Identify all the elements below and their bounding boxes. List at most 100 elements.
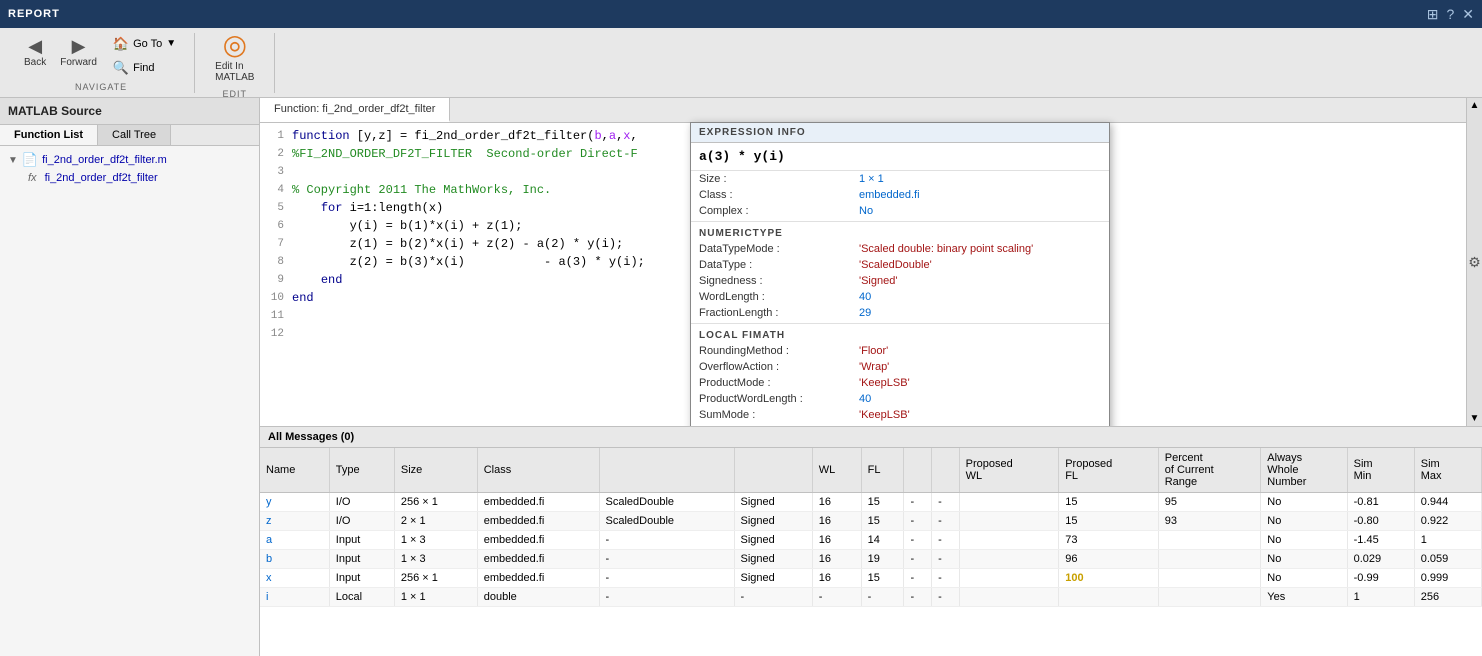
table-cell: -	[734, 588, 812, 607]
code-tab-function[interactable]: Function: fi_2nd_order_df2t_filter	[260, 98, 450, 122]
line-num-5: 5	[260, 202, 292, 214]
right-scrollbar[interactable]: ▲ ⚙ ▼	[1466, 98, 1482, 426]
tab-function-list[interactable]: Function List	[0, 125, 98, 145]
table-cell: 95	[1158, 493, 1261, 512]
navigate-group: ◀ Back ▶ Forward 🏠 Go To ▼ 🔍 Find NAVIGA…	[8, 33, 195, 93]
expr-prodmode-label: ProductMode :	[699, 377, 859, 389]
back-label: Back	[24, 57, 46, 68]
table-cell	[1158, 550, 1261, 569]
table-cell: 15	[861, 569, 904, 588]
table-cell: Input	[329, 550, 394, 569]
table-cell: 1 × 1	[394, 588, 477, 607]
table-cell: 0.029	[1347, 550, 1414, 569]
expr-sign-value: 'Signed'	[859, 275, 1101, 287]
tree-item-file[interactable]: ▼ 📄 fi_2nd_order_df2t_filter.m	[4, 150, 255, 170]
sidebar-header: MATLAB Source	[0, 98, 259, 125]
goto-button[interactable]: 🏠 Go To ▼	[107, 34, 182, 54]
table-cell: 0.944	[1414, 493, 1481, 512]
expr-row-prodwl: ProductWordLength : 40	[691, 391, 1109, 407]
nav-bar: ◀ Back ▶ Forward 🏠 Go To ▼ 🔍 Find NAVIGA…	[0, 28, 1482, 98]
table-cell	[959, 550, 1059, 569]
table-cell: z	[260, 512, 329, 531]
matlab-icon: ◎	[223, 28, 247, 61]
table-cell: 1 × 3	[394, 550, 477, 569]
table-cell	[959, 531, 1059, 550]
expr-sign-label: Signedness :	[699, 275, 859, 287]
line-num-7: 7	[260, 238, 292, 250]
table-cell: -	[932, 512, 960, 531]
table-cell: -	[904, 493, 932, 512]
table-cell: 1 × 3	[394, 531, 477, 550]
expr-row-complex: Complex : No	[691, 203, 1109, 219]
edit-in-matlab-button[interactable]: ◎ Edit InMATLAB	[207, 26, 262, 85]
table-cell: embedded.fi	[477, 493, 599, 512]
table-cell: -	[932, 588, 960, 607]
table-cell: Local	[329, 588, 394, 607]
table-cell: 16	[812, 493, 861, 512]
line-num-8: 8	[260, 256, 292, 268]
help-icon[interactable]: ?	[1446, 6, 1454, 23]
expr-summode-label: SumMode :	[699, 409, 859, 421]
table-row: bInput1 × 3embedded.fi-Signed1619--96No0…	[260, 550, 1482, 569]
table-cell: -	[599, 531, 734, 550]
scroll-down-icon[interactable]: ▼	[1470, 413, 1480, 424]
find-button[interactable]: 🔍 Find	[107, 58, 182, 78]
tree-child-group: fx fi_2nd_order_df2t_filter	[24, 170, 255, 186]
line-num-12: 12	[260, 328, 292, 340]
tab-call-tree[interactable]: Call Tree	[98, 125, 171, 145]
table-cell: Yes	[1261, 588, 1347, 607]
expr-row-size: Size : 1 × 1	[691, 171, 1109, 187]
forward-button[interactable]: ▶ Forward	[56, 34, 101, 78]
table-cell	[1059, 588, 1159, 607]
find-label: Find	[133, 62, 154, 74]
expr-dtm-value: 'Scaled double: binary point scaling'	[859, 243, 1101, 255]
expr-dtm-label: DataTypeMode :	[699, 243, 859, 255]
table-cell: -	[932, 531, 960, 550]
navigate-group-label: NAVIGATE	[75, 82, 127, 92]
line-num-1: 1	[260, 130, 292, 142]
main-layout: MATLAB Source Function List Call Tree ▼ …	[0, 98, 1482, 656]
col-sim-min-header: SimMin	[1347, 448, 1414, 493]
col-fl-header: FL	[861, 448, 904, 493]
tree-function-label: fi_2nd_order_df2t_filter	[45, 172, 158, 184]
table-cell: 19	[861, 550, 904, 569]
table-cell: -1.45	[1347, 531, 1414, 550]
expr-summode-value: 'KeepLSB'	[859, 409, 1101, 421]
table-row: yI/O256 × 1embedded.fiScaledDoubleSigned…	[260, 493, 1482, 512]
table-row: xInput256 × 1embedded.fi-Signed1615--100…	[260, 569, 1482, 588]
expr-size-value[interactable]: 1 × 1	[859, 173, 1101, 185]
line-num-11: 11	[260, 310, 292, 322]
grid-icon[interactable]: ⊞	[1427, 6, 1439, 23]
back-button[interactable]: ◀ Back	[20, 34, 50, 78]
numerictype-header: NUMERICTYPE	[691, 224, 1109, 241]
tree-file-label: fi_2nd_order_df2t_filter.m	[42, 154, 167, 166]
expr-class-value[interactable]: embedded.fi	[859, 189, 1101, 201]
table-cell: a	[260, 531, 329, 550]
settings-icon[interactable]: ⚙	[1468, 254, 1481, 271]
file-icon: 📄	[22, 152, 38, 168]
expr-class-label: Class :	[699, 189, 859, 201]
scroll-up-icon[interactable]: ▲	[1470, 100, 1480, 111]
expr-row-round: RoundingMethod : 'Floor'	[691, 343, 1109, 359]
table-cell: embedded.fi	[477, 550, 599, 569]
table-cell	[1158, 569, 1261, 588]
table-cell: No	[1261, 550, 1347, 569]
code-plus-scroll: Function: fi_2nd_order_df2t_filter 1 fun…	[260, 98, 1482, 426]
col-class-header: Class	[477, 448, 599, 493]
table-cell: -	[932, 550, 960, 569]
toolbar: REPORT ⊞ ? ✕	[0, 0, 1482, 28]
code-tab-bar: Function: fi_2nd_order_df2t_filter	[260, 98, 1466, 123]
expr-row-sumwl: SumWordLength : 40	[691, 423, 1109, 426]
table-cell: No	[1261, 531, 1347, 550]
table-cell: 1	[1414, 531, 1481, 550]
table-cell: 0.059	[1414, 550, 1481, 569]
table-cell	[959, 569, 1059, 588]
table-cell: i	[260, 588, 329, 607]
col-sim-max-header: SimMax	[1414, 448, 1481, 493]
close-icon[interactable]: ✕	[1462, 6, 1474, 23]
edit-group: ◎ Edit InMATLAB EDIT	[195, 33, 275, 93]
table-cell: -	[904, 588, 932, 607]
line-num-4: 4	[260, 184, 292, 196]
table-cell: Input	[329, 531, 394, 550]
tree-item-function[interactable]: fx fi_2nd_order_df2t_filter	[24, 170, 255, 186]
